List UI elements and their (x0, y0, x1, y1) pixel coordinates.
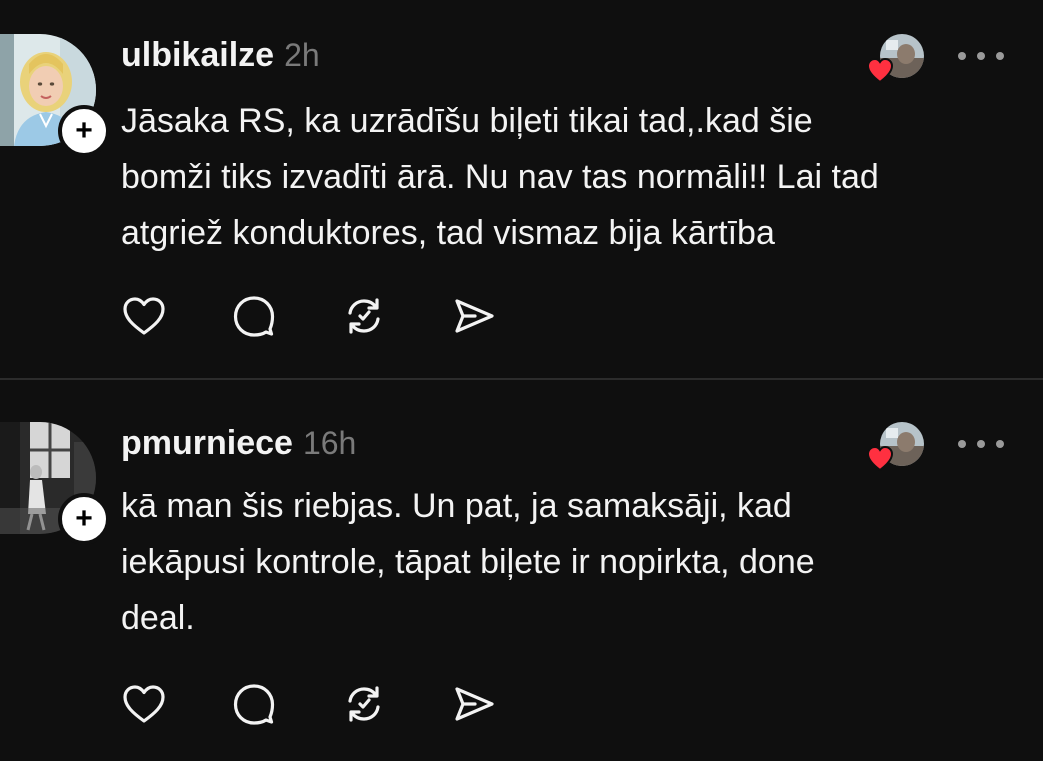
timestamp: 2h (284, 37, 320, 73)
post-body: Jāsaka RS, ka uzrādīšu biļeti tikai tad,… (121, 102, 879, 252)
like-button[interactable] (121, 293, 167, 339)
share-button[interactable] (451, 293, 497, 339)
post-header: pmurniece 16h (121, 424, 356, 463)
comment-icon (233, 296, 275, 337)
follow-button[interactable]: + (58, 493, 110, 545)
post-header: ulbikailze 2h (121, 36, 320, 75)
more-options-icon[interactable] (958, 49, 1004, 63)
action-bar (121, 681, 561, 727)
heart-icon (123, 685, 165, 723)
share-button[interactable] (451, 681, 497, 727)
comment-button[interactable] (231, 681, 277, 727)
plus-icon: + (75, 502, 93, 535)
username[interactable]: pmurniece (121, 424, 293, 463)
comment-button[interactable] (231, 293, 277, 339)
like-button[interactable] (121, 681, 167, 727)
dot (996, 52, 1004, 60)
follow-button[interactable]: + (58, 105, 110, 157)
thread-post: + pmurniece 16h kā man šis riebjas. Un p… (0, 380, 1043, 761)
dot (996, 440, 1004, 448)
heart-badge-icon (866, 445, 894, 472)
timestamp: 16h (302, 425, 357, 461)
comment-icon (233, 684, 275, 725)
heart-badge-icon (866, 57, 894, 84)
plus-icon: + (75, 114, 93, 147)
repost-button[interactable] (341, 681, 387, 727)
repost-button[interactable] (341, 293, 387, 339)
repost-icon (348, 298, 380, 334)
repost-icon (348, 686, 380, 722)
dot (958, 440, 966, 448)
send-icon (455, 687, 494, 721)
send-icon (455, 299, 494, 333)
action-bar (121, 293, 561, 339)
more-options-icon[interactable] (958, 437, 1004, 451)
post-body: kā man šis riebjas. Un pat, ja samaksāji… (121, 487, 815, 637)
dot (958, 52, 966, 60)
username[interactable]: ulbikailze (121, 36, 274, 75)
thread-post: + ulbikailze 2h Jāsaka RS, ka uzrādīšu b… (0, 0, 1043, 378)
dot (977, 52, 985, 60)
dot (977, 440, 985, 448)
heart-icon (123, 297, 165, 335)
